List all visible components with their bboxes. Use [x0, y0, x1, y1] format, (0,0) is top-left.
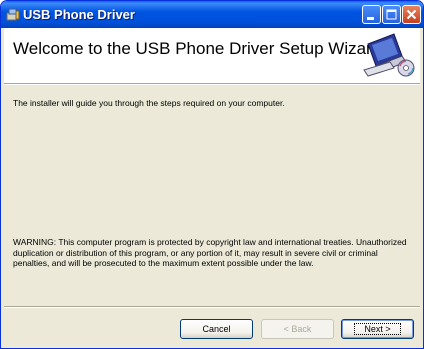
window-title: USB Phone Driver: [23, 7, 135, 22]
footer-divider: [4, 306, 420, 308]
minimize-button[interactable]: [362, 5, 381, 24]
close-button[interactable]: [402, 5, 421, 24]
title-bar[interactable]: USB Phone Driver: [1, 1, 423, 28]
intro-text: The installer will guide you through the…: [13, 98, 285, 108]
wizard-title: Welcome to the USB Phone Driver Setup Wi…: [13, 39, 382, 58]
copyright-warning: WARNING: This computer program is protec…: [13, 237, 407, 268]
setup-wizard-window: USB Phone Driver Welcome to the USB Phon…: [0, 0, 424, 349]
wizard-header: Welcome to the USB Phone Driver Setup Wi…: [4, 28, 420, 83]
header-divider: [4, 83, 420, 85]
computer-setup-icon: [363, 33, 415, 77]
minimize-icon: [367, 17, 374, 20]
next-button[interactable]: Next >: [341, 319, 414, 339]
back-button[interactable]: < Back: [261, 319, 334, 339]
cancel-button[interactable]: Cancel: [180, 319, 253, 339]
maximize-button[interactable]: [382, 5, 401, 24]
maximize-icon: [386, 9, 397, 20]
installer-icon: [6, 8, 20, 21]
next-button-label: Next >: [354, 323, 401, 335]
close-icon: [406, 9, 417, 20]
